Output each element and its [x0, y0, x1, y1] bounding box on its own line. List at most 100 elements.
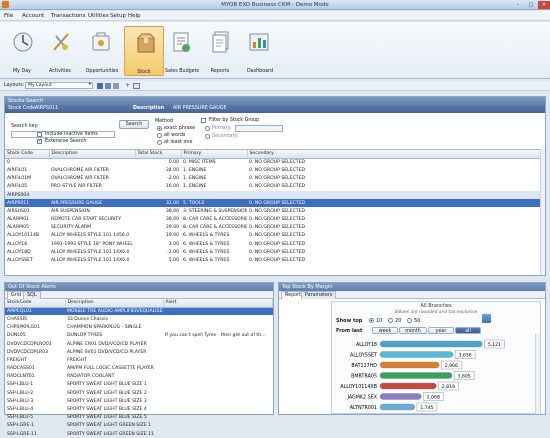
- table-row[interactable]: SSP-LBLU-4 SPORTY SWEAT LIGHT BLUE SIZE 4: [5, 405, 273, 413]
- include-inactive-checkbox[interactable]: [37, 132, 42, 137]
- table-row[interactable]: AIRFIL01 OVALCHROME AIR FILTER 34.00 1. ENG…: [5, 166, 545, 174]
- table-row[interactable]: AIRFIL05 PRO-STYLE AIR FILTER 16.00 1. ENGI…: [5, 183, 545, 191]
- extensive-search-checkbox[interactable]: ✓: [37, 139, 42, 144]
- reports-button[interactable]: Reports: [200, 26, 240, 76]
- menu-file[interactable]: File: [4, 13, 13, 19]
- table-row[interactable]: RADCLNT01 RADIATOR COOLANT: [5, 373, 273, 381]
- results-scrollbar[interactable]: [540, 149, 545, 275]
- panel-layout-icon[interactable]: [133, 83, 140, 89]
- table-cell: ALPINE SV01 DVD/VCD/CD PLAYER: [67, 349, 147, 355]
- show-top-20-radio[interactable]: [388, 318, 393, 323]
- category-label: ALTNTR001: [350, 405, 377, 411]
- column-header[interactable]: Alert: [163, 299, 273, 308]
- table-cell: 1. ENGINE: [183, 184, 207, 190]
- table-row[interactable]: AIRPS004: [5, 190, 545, 200]
- top-stock-by-margin-panel: Top Stock By Margin Report Parameters Al…: [278, 282, 546, 415]
- sales-budgets-icon: [173, 32, 190, 52]
- table-row[interactable]: AIRPS011 AIR PRESSURE GAUGE 32.00 5. TOOLS 0…: [5, 199, 545, 208]
- table-row[interactable]: ALLOY10114B ALLOY WHEELS STYLE 101 1456.0…: [5, 232, 545, 240]
- table-row[interactable]: SSP-LBLU-2 SPORTY SWEAT LIGHT BLUE SIZE 2: [5, 389, 273, 397]
- table-row[interactable]: CHPSPKPLG01 CHAMPION SPARKPLUG - SINGLE: [5, 324, 273, 332]
- table-cell: SPORTY SWEAT LIGHT BLUE SIZE 1: [67, 382, 147, 388]
- all-words-radio[interactable]: [157, 133, 162, 138]
- show-top-50-radio[interactable]: [407, 318, 412, 323]
- table-row[interactable]: SSP-LGRE-1 SPORTY SWEAT LIGHT GREEN SIZE …: [5, 422, 273, 430]
- table-row[interactable]: DVDVCDCDPLRO01 ALPINE CR01 DVD/VCD/CD PLA…: [5, 340, 273, 348]
- table-cell: 0. NO GROUP SELECTED: [249, 249, 306, 255]
- table-row[interactable]: SSP-LBLU-5 SPORTY SWEAT LIGHT BLUE SIZE 5: [5, 414, 273, 422]
- table-row[interactable]: SSP-LBLU-3 SPORTY SWEAT LIGHT BLUE SIZE 3: [5, 397, 273, 405]
- sales-budgets-button[interactable]: Sales Budgets: [160, 26, 204, 76]
- table-row[interactable]: ALLOYSSET ALLOY WHEELS STYLE 101 14X6.0 5.…: [5, 256, 545, 264]
- close-button[interactable]: ✕: [538, 1, 550, 9]
- save-layout-icon[interactable]: [97, 83, 103, 89]
- column-header[interactable]: Total Stock: [135, 150, 182, 159]
- menu-transactions[interactable]: Transactions: [51, 13, 85, 19]
- show-top-10-radio[interactable]: [369, 318, 374, 323]
- table-row[interactable]: DVDVCDCDPLR03 ALPINE SV01 DVD/VCD/CD PLAY…: [5, 348, 273, 356]
- table-row[interactable]: AIRSUS01 AIR SUSPENSION 38.00 3. STEERING &…: [5, 207, 545, 215]
- period-year-button[interactable]: year: [428, 327, 454, 334]
- column-header[interactable]: Secondary: [247, 150, 545, 159]
- column-header[interactable]: Description: [49, 150, 136, 159]
- column-header[interactable]: Primary: [181, 150, 248, 159]
- period-month-button[interactable]: month: [399, 327, 427, 334]
- delete-layout-icon[interactable]: [113, 83, 119, 89]
- table-row[interactable]: AIRFIL01M OVALCHROME AIR FILTER -2.00 1. EN…: [5, 175, 545, 183]
- table-cell: OVALCHROME AIR FILTER: [51, 176, 109, 182]
- exact-phrase-radio[interactable]: [157, 126, 162, 131]
- menu-account[interactable]: Account: [22, 13, 44, 19]
- table-cell: SPORTY SWEAT LIGHT BLUE SIZE 3: [67, 398, 147, 404]
- table-row[interactable]: AMPEQL01 MOSSLE TRE AUDIO AMPLIFIER/EQUAL…: [5, 307, 273, 316]
- table-row[interactable]: 0 0.00 0. MISC ITEMS 0. NO GROUP SELECTED: [5, 158, 545, 166]
- dashboard-button[interactable]: Dashboard: [238, 26, 282, 76]
- column-header[interactable]: Description: [65, 299, 164, 308]
- table-cell: [163, 422, 273, 430]
- period-week-button[interactable]: week: [372, 327, 398, 334]
- save-as-icon[interactable]: [105, 83, 111, 89]
- menu-help[interactable]: Help: [128, 13, 141, 19]
- secondary-radio[interactable]: [205, 134, 210, 139]
- tab-parameters[interactable]: Parameters: [301, 291, 337, 299]
- table-cell: RADCLNT01: [7, 374, 35, 380]
- dashboard-icon: [249, 33, 269, 51]
- column-header[interactable]: Stock Code: [5, 150, 50, 159]
- table-row[interactable]: SSP-LGRE-11 SPORTY SWEAT LIGHT GREEN SIZE…: [5, 430, 273, 438]
- period-all-button[interactable]: all: [455, 327, 481, 334]
- my-day-button[interactable]: My Day: [2, 26, 42, 76]
- table-row[interactable]: RADCASS01 AM/FM FULL LOGIC CASSETTE PLAYE…: [5, 365, 273, 373]
- table-row[interactable]: DUNL05 DUNLOP TYRES If you can't spell Tyr…: [5, 332, 273, 340]
- table-cell: SSP-LBLU-2: [7, 390, 34, 396]
- menu-utilities[interactable]: Utilities: [88, 13, 109, 19]
- layout-select[interactable]: My Layout ▾: [25, 82, 93, 89]
- primary-group-select[interactable]: [235, 125, 283, 132]
- table-row[interactable]: FREIGHT FREIGHT: [5, 356, 273, 364]
- opportunities-button[interactable]: Opportunities: [80, 26, 124, 76]
- add-icon[interactable]: +: [125, 82, 130, 89]
- table-cell: ALLOYSSET: [7, 258, 33, 264]
- table-cell: AIRSUS01: [7, 208, 30, 214]
- stock-button[interactable]: Stock: [124, 26, 164, 76]
- activities-button[interactable]: Activities: [40, 26, 80, 76]
- filter-group-checkbox[interactable]: [201, 118, 206, 123]
- primary-radio[interactable]: [205, 126, 210, 131]
- search-button[interactable]: Search: [119, 120, 149, 129]
- table-row[interactable]: ALARM01 REMOTE CAR START SECURITY 38.00 8. …: [5, 216, 545, 224]
- table-row[interactable]: CHASSIS 33 Dunce Chassis: [5, 315, 273, 323]
- menu-setup[interactable]: Setup: [110, 13, 126, 19]
- stock-info-strip: Stock Code: AIRPS011 Description AIR PRE…: [5, 105, 545, 113]
- table-cell: 0. NO GROUP SELECTED: [249, 258, 306, 264]
- table-row[interactable]: SSP-LBLU-1 SPORTY SWEAT LIGHT BLUE SIZE 1: [5, 381, 273, 389]
- at-least-one-radio[interactable]: [157, 140, 162, 145]
- tab-sql[interactable]: SQL: [23, 291, 41, 299]
- table-row[interactable]: ALLOY18D ALLOY WHEELS STYLE 101 14X6.0 -2.…: [5, 248, 545, 256]
- stock-label: Stock: [137, 70, 151, 75]
- table-row[interactable]: ALLOY18 1991-1993 STYLE 18" PONY WHEEL 3.0…: [5, 240, 545, 248]
- minimize-button[interactable]: –: [512, 1, 524, 9]
- column-header[interactable]: StockCode: [5, 299, 66, 308]
- export-icon[interactable]: [482, 314, 491, 323]
- table-row[interactable]: ALARM05 SECURITY ALARM 29.00 8. CAR CARE & …: [5, 224, 545, 232]
- maximize-button[interactable]: □: [525, 1, 537, 9]
- report-scrollbar[interactable]: [535, 334, 540, 414]
- filter-group-label: Filter by Stock Group: [209, 118, 260, 123]
